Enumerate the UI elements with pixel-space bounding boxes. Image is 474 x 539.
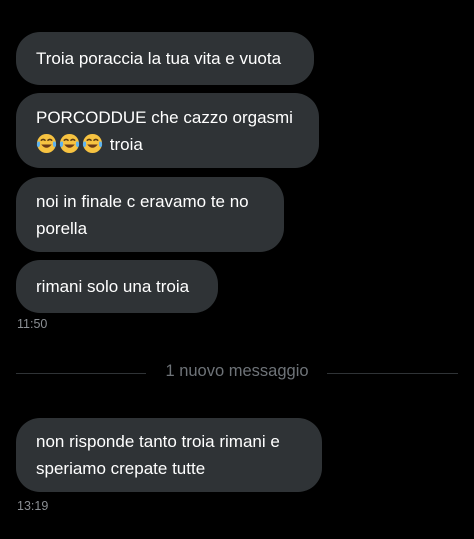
message-timestamp: 13:19 bbox=[17, 499, 49, 513]
message-bubble[interactable]: rimani solo una troia bbox=[16, 260, 218, 313]
message-bubble[interactable]: noi in finale c eravamo te no porella bbox=[16, 177, 284, 252]
message-text: non risponde tanto troia rimani e bbox=[36, 432, 280, 451]
message-bubble[interactable]: PORCODDUE che cazzo orgasmi troia bbox=[16, 93, 319, 168]
message-text: rimani solo una troia bbox=[36, 277, 190, 296]
message-bubble[interactable]: non risponde tanto troia rimani e speria… bbox=[16, 418, 322, 492]
message-text: Troia poraccia la tua vita e vuota bbox=[36, 49, 282, 68]
message-text: porella bbox=[36, 218, 88, 238]
face-with-tears-of-joy-icon bbox=[82, 133, 103, 153]
face-with-tears-of-joy-icon bbox=[36, 133, 57, 153]
message-emoji-line: troia bbox=[36, 131, 299, 158]
message-text: PORCODDUE che cazzo orgasmi bbox=[36, 107, 293, 127]
new-messages-label: 1 nuovo messaggio bbox=[165, 362, 309, 380]
face-with-tears-of-joy-icon bbox=[59, 133, 80, 153]
message-text: speriamo crepate tutte bbox=[36, 459, 206, 478]
message-timestamp: 11:50 bbox=[17, 317, 48, 331]
message-text: troia bbox=[109, 134, 143, 154]
message-text: noi in finale c eravamo te no bbox=[36, 191, 249, 211]
new-messages-divider: 1 nuovo messaggio bbox=[0, 360, 474, 386]
divider-line bbox=[327, 373, 458, 374]
message-bubble[interactable]: Troia poraccia la tua vita e vuota bbox=[16, 32, 314, 85]
